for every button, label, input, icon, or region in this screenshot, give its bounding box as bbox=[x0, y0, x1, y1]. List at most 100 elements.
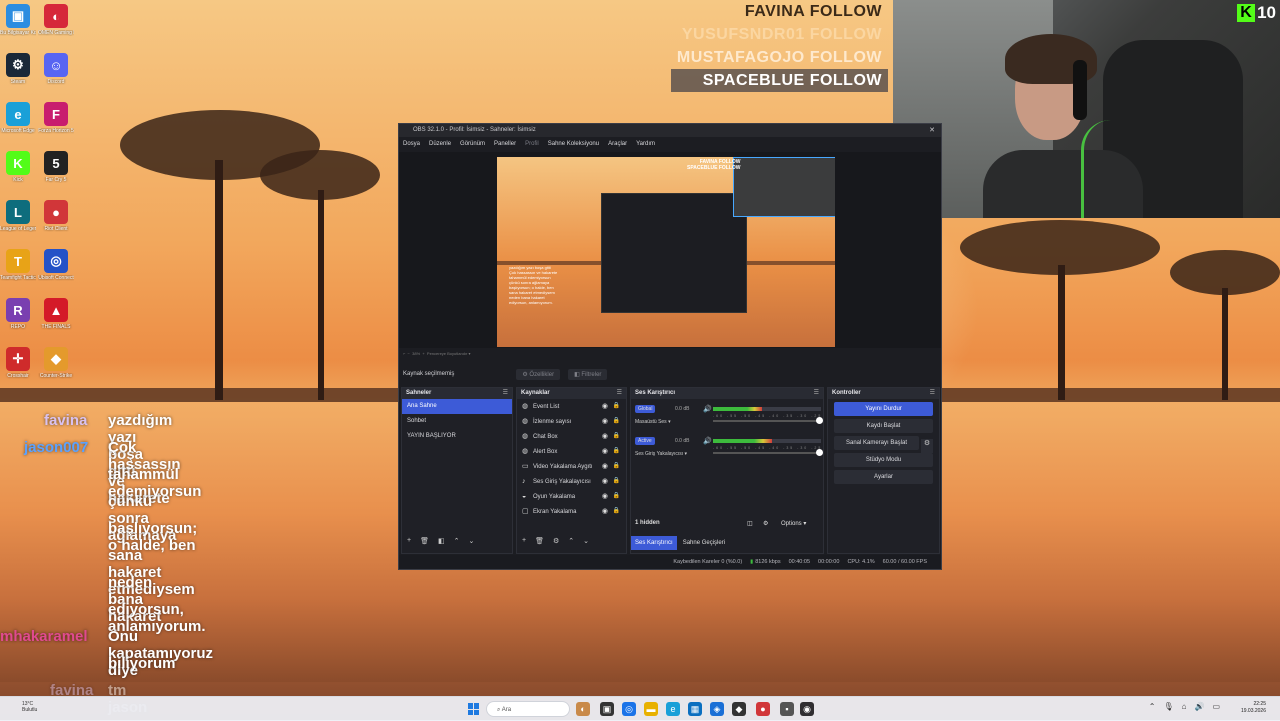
visibility-eye-icon[interactable]: ◉ bbox=[602, 489, 608, 504]
visibility-eye-icon[interactable]: ◉ bbox=[602, 414, 608, 429]
outlook-icon[interactable]: ◈ bbox=[710, 702, 724, 716]
menu-docks[interactable]: Paneller bbox=[494, 137, 516, 151]
visibility-eye-icon[interactable]: ◉ bbox=[602, 399, 608, 414]
lock-icon[interactable]: 🔒 bbox=[613, 399, 620, 414]
filters-button[interactable]: ◧ Filtreler bbox=[568, 368, 608, 380]
lock-icon[interactable]: 🔒 bbox=[613, 459, 620, 474]
move-down-icon[interactable]: ⌄ bbox=[583, 537, 589, 549]
stop-streaming-button[interactable]: Yayını Durdur bbox=[834, 402, 933, 416]
source-item[interactable]: ▭ Video Yakalama Aygıtı ◉ 🔒 bbox=[517, 459, 626, 474]
source-item[interactable]: ◍ Alert Box ◉ 🔒 bbox=[517, 444, 626, 459]
trash-icon[interactable]: 🗑 bbox=[420, 537, 429, 549]
lock-icon[interactable]: 🔒 bbox=[613, 444, 620, 459]
desktop-icon[interactable]: ☺ Discord bbox=[38, 53, 74, 85]
speaker-icon[interactable]: 🔊 bbox=[703, 405, 712, 413]
gear-icon[interactable]: ⚙ bbox=[553, 537, 559, 549]
menu-scene-collection[interactable]: Sahne Koleksiyonu bbox=[548, 137, 599, 151]
filter-icon[interactable]: ◧ bbox=[438, 537, 445, 549]
weather-widget[interactable]: 13°C Bulutlu bbox=[22, 701, 37, 713]
lock-icon[interactable]: 🔒 bbox=[613, 429, 620, 444]
visibility-eye-icon[interactable]: ◉ bbox=[602, 474, 608, 489]
store-icon[interactable]: ▦ bbox=[688, 702, 702, 716]
desktop-icon[interactable]: ◐ OMEN Gaming Hub bbox=[38, 4, 74, 36]
desktop-icon[interactable]: T Teamfight Tactics bbox=[0, 249, 36, 281]
search-box[interactable]: ⌕ Ara bbox=[486, 701, 570, 717]
source-item[interactable]: ♪ Ses Giriş Yakalayıcısı ◉ 🔒 bbox=[517, 474, 626, 489]
desktop-icon[interactable]: e Microsoft Edge bbox=[0, 102, 36, 134]
menu-help[interactable]: Yardım bbox=[636, 137, 655, 151]
volume-slider[interactable] bbox=[713, 417, 823, 424]
widgets-icon[interactable]: ◐ bbox=[576, 702, 590, 716]
chrome-icon[interactable]: ◎ bbox=[622, 702, 636, 716]
edge-icon[interactable]: e bbox=[666, 702, 680, 716]
move-down-icon[interactable]: ⌄ bbox=[468, 537, 474, 549]
start-virtual-camera-button[interactable]: Sanal Kamerayı Başlat bbox=[834, 436, 919, 450]
desktop-icon[interactable]: L League of Legends bbox=[0, 200, 36, 232]
desktop-icon[interactable]: ✛ Crosshair bbox=[0, 347, 36, 379]
visibility-eye-icon[interactable]: ◉ bbox=[602, 429, 608, 444]
move-up-icon[interactable]: ⌃ bbox=[568, 537, 574, 549]
menu-profile[interactable]: Profil bbox=[525, 137, 539, 151]
start-button[interactable] bbox=[468, 703, 480, 715]
battery-icon[interactable]: ▭ bbox=[1212, 702, 1220, 711]
microphone-icon[interactable]: 🎙 bbox=[1163, 702, 1173, 711]
trash-icon[interactable]: 🗑 bbox=[535, 537, 544, 549]
dock-menu-icon[interactable]: ☰ bbox=[814, 388, 819, 399]
dock-menu-icon[interactable]: ☰ bbox=[617, 388, 622, 399]
tab-audio-mixer[interactable]: Ses Karıştırıcı bbox=[631, 536, 677, 550]
speaker-icon[interactable]: 🔊 bbox=[703, 437, 712, 445]
source-item[interactable]: ◍ Chat Box ◉ 🔒 bbox=[517, 429, 626, 444]
lock-icon[interactable]: 🔒 bbox=[613, 414, 620, 429]
task-view-icon[interactable]: ▣ bbox=[600, 702, 614, 716]
source-item[interactable]: ◍ İzlenme sayısı ◉ 🔒 bbox=[517, 414, 626, 429]
desktop-icon[interactable]: ◆ Counter-Strike bbox=[38, 347, 74, 379]
scene-item[interactable]: Sohbet bbox=[402, 414, 512, 429]
riot-icon[interactable]: ● bbox=[756, 702, 770, 716]
dock-menu-icon[interactable]: ☰ bbox=[503, 388, 508, 399]
mixer-layout-icon[interactable]: ◫ bbox=[747, 520, 753, 527]
lock-icon[interactable]: 🔒 bbox=[613, 474, 620, 489]
tab-scene-transitions[interactable]: Sahne Geçişleri bbox=[677, 536, 731, 550]
menu-file[interactable]: Dosya bbox=[403, 137, 420, 151]
properties-button[interactable]: ⚙ Özellikler bbox=[516, 368, 561, 380]
desktop-icon[interactable]: ● Riot Client bbox=[38, 200, 74, 232]
scale-bar[interactable]: ⌐ − 38% + Pencereye Boyutlandır ▾ bbox=[399, 348, 945, 360]
desktop-icon[interactable]: 5 Far Cry 5 bbox=[38, 151, 74, 183]
scene-item[interactable]: YAYIN BAŞLIYOR bbox=[402, 429, 512, 444]
source-item[interactable]: ◒ Oyun Yakalama ◉ 🔒 bbox=[517, 489, 626, 504]
clock[interactable]: 22:25 19.03.2026 bbox=[1241, 701, 1266, 715]
preview-canvas[interactable]: FAVINA FOLLOW SPACEBLUE FOLLOW yazdığım … bbox=[497, 157, 835, 347]
desktop-icon[interactable]: ▲ THE FINALS bbox=[38, 298, 74, 330]
options-dropdown[interactable]: Options ▾ bbox=[781, 520, 806, 527]
desktop-icon[interactable]: ▣ Bu Bilgisayar Kısayol bbox=[0, 4, 36, 36]
chevron-up-icon[interactable]: ⌃ bbox=[1149, 702, 1156, 711]
visibility-eye-icon[interactable]: ◉ bbox=[602, 504, 608, 519]
volume-icon[interactable]: 🔊 bbox=[1194, 702, 1204, 711]
network-icon[interactable]: ⌂ bbox=[1182, 702, 1187, 711]
mixer-settings-icon[interactable]: ⚙ bbox=[763, 520, 768, 527]
gear-icon[interactable]: ⚙ bbox=[921, 439, 933, 453]
scene-item[interactable]: Ana Sahne bbox=[402, 399, 512, 414]
app-icon[interactable]: ▪ bbox=[780, 702, 794, 716]
source-item[interactable]: ◍ Event List ◉ 🔒 bbox=[517, 399, 626, 414]
settings-button[interactable]: Ayarlar bbox=[834, 470, 933, 484]
visibility-eye-icon[interactable]: ◉ bbox=[602, 444, 608, 459]
lock-icon[interactable]: 🔒 bbox=[613, 504, 620, 519]
volume-slider[interactable] bbox=[713, 449, 823, 456]
close-icon[interactable]: ✕ bbox=[929, 124, 935, 137]
app-icon[interactable]: ◆ bbox=[732, 702, 746, 716]
file-explorer-icon[interactable]: ▬ bbox=[644, 702, 658, 716]
desktop-icon[interactable]: R REPO bbox=[0, 298, 36, 330]
start-recording-button[interactable]: Kaydı Başlat bbox=[834, 419, 933, 433]
obs-icon[interactable]: ◉ bbox=[800, 702, 814, 716]
menu-tools[interactable]: Araçlar bbox=[608, 137, 627, 151]
desktop-icon[interactable]: ⚙ Steam bbox=[0, 53, 36, 85]
add-icon[interactable]: + bbox=[522, 537, 526, 549]
lock-icon[interactable]: 🔒 bbox=[613, 489, 620, 504]
desktop-icon[interactable]: F Forza Horizon 5 bbox=[38, 102, 74, 134]
studio-mode-button[interactable]: Stüdyo Modu bbox=[834, 453, 933, 467]
desktop-icon[interactable]: K Kick bbox=[0, 151, 36, 183]
desktop-icon[interactable]: ◎ Ubisoft Connect bbox=[38, 249, 74, 281]
add-icon[interactable]: + bbox=[407, 537, 411, 549]
move-up-icon[interactable]: ⌃ bbox=[454, 537, 460, 549]
